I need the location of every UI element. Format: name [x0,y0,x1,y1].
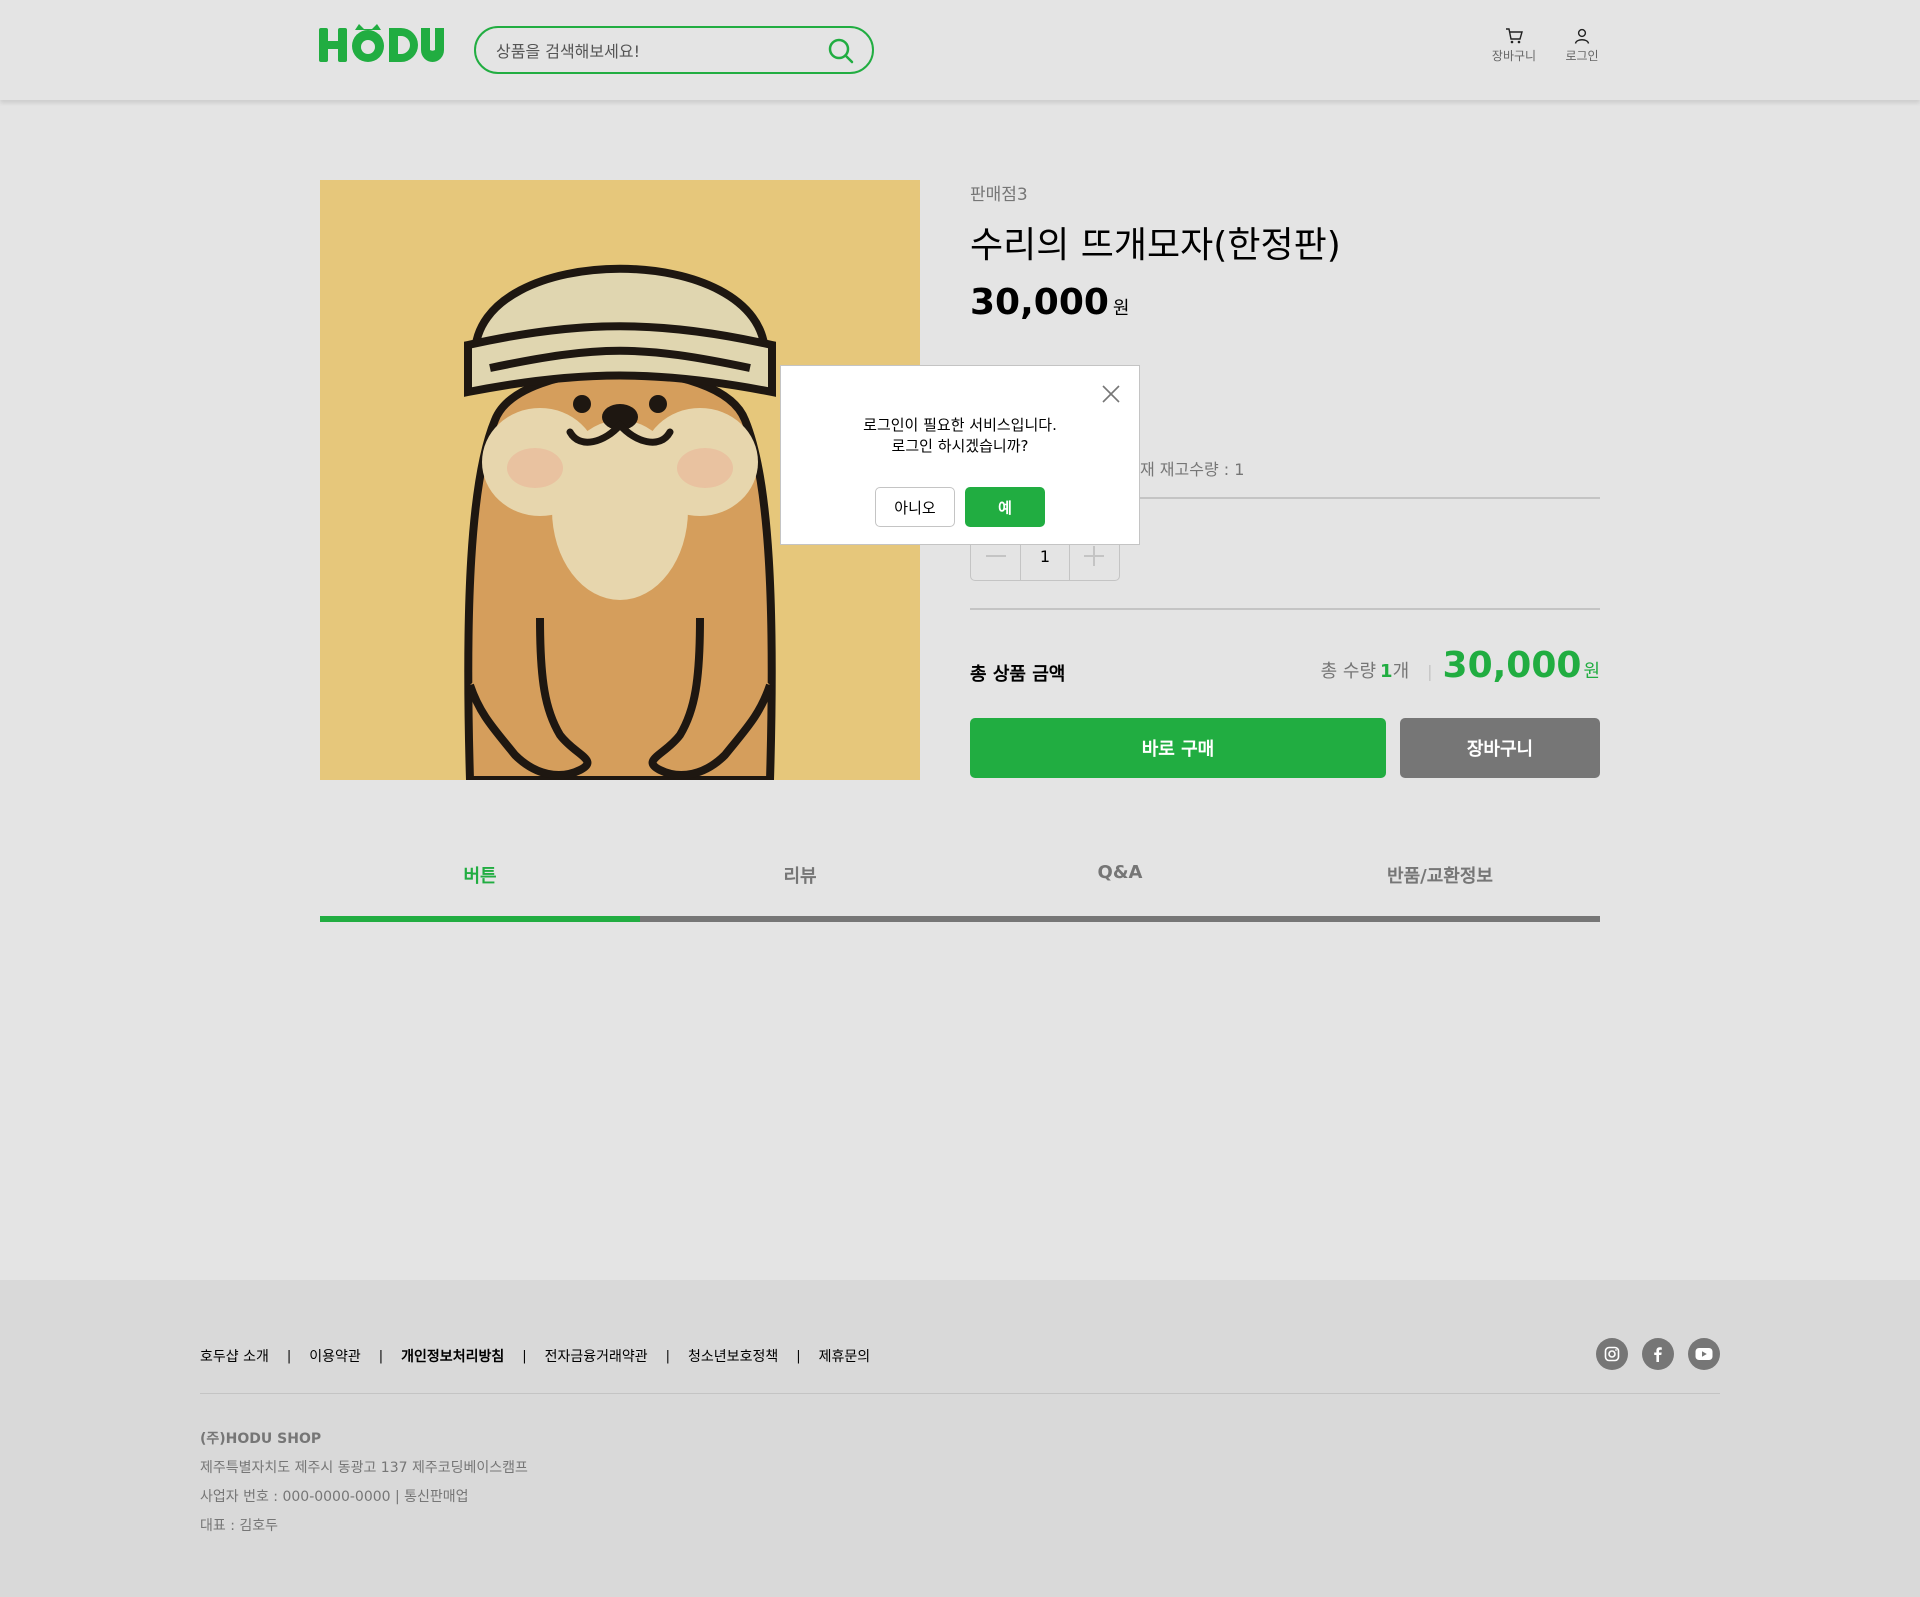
product-price: 30,000 원 [970,282,1129,323]
facebook-icon[interactable] [1642,1338,1674,1370]
youtube-icon[interactable] [1688,1338,1720,1370]
total-price-label: 총 상품 금액 [970,664,1066,685]
product-tabs: 버튼 리뷰 Q&A 반품/교환정보 [320,842,1600,922]
modal-message-line2: 로그인 하시겠습니까? [891,437,1029,455]
tab-return-exchange[interactable]: 반품/교환정보 [1280,842,1600,922]
footer-separator: | [522,1348,527,1364]
total-price-unit: 원 [1583,661,1600,682]
company-address: 제주특별자치도 제주시 동광고 137 제주코딩베이스캠프 [200,1460,528,1476]
price-value: 30,000 [970,282,1109,323]
header-cart-button[interactable]: 장바구니 [1484,28,1544,64]
total-separator: | [1427,662,1433,681]
footer-link-about[interactable]: 호두샵 소개 [200,1346,269,1366]
seller-name: 판매점3 [970,185,1028,205]
stock-info: 재 재고수량 : 1 [1140,460,1245,479]
modal-message-line1: 로그인이 필요한 서비스입니다. [863,416,1057,434]
footer-link-partnership[interactable]: 제휴문의 [819,1346,871,1366]
tab-review[interactable]: 리뷰 [640,842,960,922]
add-to-cart-button[interactable]: 장바구니 [1400,718,1600,778]
plus-icon [1084,546,1105,566]
search-box [474,26,874,74]
footer-divider [200,1393,1720,1394]
header-cart-label: 장바구니 [1491,49,1537,63]
tab-button[interactable]: 버튼 [320,842,640,922]
modal-yes-button[interactable]: 예 [965,487,1045,527]
user-icon [1574,28,1590,44]
footer-separator: | [378,1348,384,1364]
cart-icon [1506,28,1523,44]
total-qty-unit: 개 [1392,661,1410,682]
footer-links: 호두샵 소개 | 이용약관 | 개인정보처리방침 | 전자금융거래약관 | 청소… [200,1346,870,1366]
hodu-logo-mark [319,24,444,62]
footer-separator: | [796,1348,801,1364]
footer-link-youth-policy[interactable]: 청소년보호정책 [688,1346,778,1366]
hodu-logo[interactable] [319,24,445,68]
footer-separator: | [665,1348,671,1364]
price-unit: 원 [1112,298,1130,319]
search-input[interactable] [496,40,816,62]
modal-no-button[interactable]: 아니오 [875,487,955,527]
login-required-modal: 로그인이 필요한 서비스입니다. 로그인 하시겠습니까? 아니오 예 [780,365,1140,545]
company-info: (주)HODU SHOP 제주특별자치도 제주시 동광고 137 제주코딩베이스… [200,1425,528,1541]
site-footer: 호두샵 소개 | 이용약관 | 개인정보처리방침 | 전자금융거래약관 | 청소… [0,1280,1920,1597]
minus-icon [985,555,1006,557]
instagram-icon[interactable] [1596,1338,1628,1370]
footer-separator: | [286,1348,292,1364]
ceo-name: 대표 : 김호두 [200,1518,279,1534]
total-summary: 총 수량 1 개 | 30,000 원 [1321,645,1600,686]
social-links [1596,1338,1720,1370]
total-qty-value: 1 [1380,661,1393,682]
footer-link-terms[interactable]: 이용약관 [309,1346,361,1366]
close-icon[interactable] [1101,384,1121,404]
total-price-value: 30,000 [1442,645,1582,686]
modal-message: 로그인이 필요한 서비스입니다. 로그인 하시겠습니까? [781,415,1139,457]
footer-link-privacy[interactable]: 개인정보처리방침 [401,1346,504,1366]
company-name: (주)HODU SHOP [200,1431,322,1447]
total-qty-label: 총 수량 [1320,661,1377,682]
buy-now-button[interactable]: 바로 구매 [970,718,1386,778]
site-header: 장바구니 로그인 [0,0,1920,100]
footer-link-e-finance[interactable]: 전자금융거래약관 [545,1346,648,1366]
header-login-button[interactable]: 로그인 [1552,28,1612,64]
business-number: 사업자 번호 : 000-0000-0000 | 통신판매업 [200,1489,469,1505]
divider-bottom [970,608,1600,610]
product-title: 수리의 뜨개모자(한정판) [970,225,1341,266]
header-login-label: 로그인 [1565,49,1599,63]
search-icon[interactable] [828,38,854,64]
tab-qna[interactable]: Q&A [960,842,1280,922]
